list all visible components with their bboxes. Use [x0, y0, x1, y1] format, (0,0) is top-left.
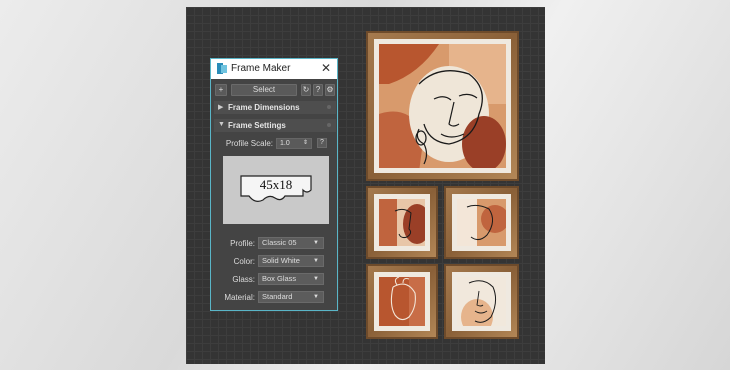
- color-value: Solid White: [262, 256, 300, 265]
- glass-value: Box Glass: [262, 274, 297, 283]
- glass-label: Glass:: [232, 275, 255, 284]
- profile-size-text: 45x18: [259, 177, 293, 192]
- color-select[interactable]: Solid White ▼: [258, 255, 324, 267]
- line-art-face-small-1: [379, 199, 425, 246]
- profile-scale-help-button[interactable]: ?: [317, 138, 327, 148]
- expanded-arrow-icon: ▼: [218, 121, 225, 128]
- collapsed-arrow-icon: ▶: [218, 104, 224, 111]
- settings-button[interactable]: ⚙: [325, 84, 335, 96]
- material-value: Standard: [262, 292, 293, 301]
- material-select[interactable]: Standard ▼: [258, 291, 324, 303]
- section-title: Frame Settings: [228, 121, 286, 130]
- dialog-toolbar: + Select ↻ ? ⚙: [215, 84, 335, 97]
- close-button[interactable]: ✕: [319, 61, 333, 75]
- line-art-face-small-4: [457, 277, 506, 326]
- chevron-down-icon: ▼: [313, 258, 319, 264]
- spinner-arrows-icon: ⇕: [302, 140, 308, 146]
- section-title: Frame Dimensions: [228, 103, 300, 112]
- select-button[interactable]: Select: [231, 84, 297, 96]
- chevron-down-icon: ▼: [313, 294, 319, 300]
- line-art-face-small-3: [379, 277, 425, 326]
- frame-mat: [452, 194, 511, 251]
- section-dot-icon: [327, 105, 331, 109]
- section-frame-dimensions[interactable]: ▶ Frame Dimensions: [214, 101, 336, 114]
- frame-mat: [374, 272, 430, 331]
- refresh-button[interactable]: ↻: [301, 84, 311, 96]
- glass-select[interactable]: Box Glass ▼: [258, 273, 324, 285]
- app-icon: [217, 63, 227, 74]
- picture-frame-small-3[interactable]: [366, 264, 438, 339]
- profile-preview: 45x18: [223, 156, 329, 224]
- picture-frame-small-2[interactable]: [444, 186, 519, 259]
- frame-maker-dialog: Frame Maker ✕ + Select ↻ ? ⚙ ▶ Frame Dim…: [210, 58, 338, 311]
- picture-frame-small-4[interactable]: [444, 264, 519, 339]
- chevron-down-icon: ▼: [313, 240, 319, 246]
- picture-frame-small-1[interactable]: [366, 186, 438, 259]
- material-label: Material:: [224, 293, 255, 302]
- frame-mat: [374, 194, 430, 251]
- help-button[interactable]: ?: [313, 84, 323, 96]
- color-label: Color:: [233, 257, 255, 266]
- frame-mat: [452, 272, 511, 331]
- profile-scale-value: 1.0: [280, 140, 290, 147]
- dialog-title: Frame Maker: [231, 63, 291, 74]
- section-dot-icon: [327, 123, 331, 127]
- line-art-face-small-2: [457, 199, 506, 246]
- gear-icon: ⚙: [326, 85, 334, 94]
- dialog-titlebar[interactable]: Frame Maker ✕: [211, 59, 337, 79]
- profile-label: Profile:: [230, 239, 255, 248]
- chevron-down-icon: ▼: [313, 276, 319, 282]
- profile-select[interactable]: Classic 05 ▼: [258, 237, 324, 249]
- profile-value: Classic 05: [262, 238, 297, 247]
- picture-frame-large[interactable]: [366, 31, 519, 181]
- profile-scale-spinner[interactable]: 1.0 ⇕: [276, 138, 312, 149]
- add-button[interactable]: +: [215, 84, 227, 96]
- line-art-face-large: [379, 44, 506, 168]
- profile-scale-label: Profile Scale:: [225, 139, 273, 148]
- section-frame-settings[interactable]: ▼ Frame Settings: [214, 119, 336, 132]
- frame-mat: [374, 39, 511, 173]
- refresh-icon: ↻: [302, 85, 310, 94]
